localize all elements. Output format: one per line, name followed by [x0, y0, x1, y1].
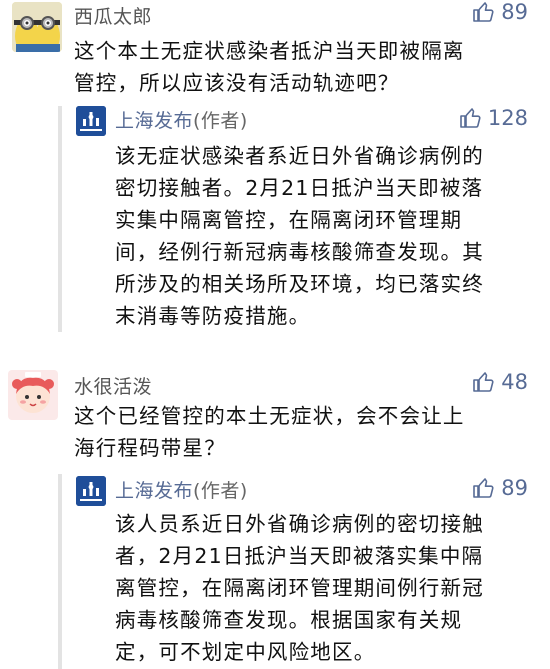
reply-text-line: 间，经例行新冠病毒核酸筛查发现。其 [115, 240, 484, 264]
like-count: 48 [501, 370, 528, 394]
reply-text-line: 该无症状感染者系近日外省确诊病例的 [115, 144, 484, 168]
thumbs-up-icon [473, 478, 494, 498]
minion-avatar-icon [12, 2, 62, 52]
cartoon-girl-avatar-icon [8, 370, 58, 420]
like-count: 89 [501, 476, 528, 500]
shanghai-skyline-icon [76, 106, 106, 136]
comment-text-line: 这个已经管控的本土无症状，会不会让上 [74, 404, 465, 428]
reply-text-line: 离管控，在隔离闭环管理期间例行新冠 [115, 576, 484, 600]
reply-author[interactable]: 上海发布(作者) [115, 476, 248, 503]
reply-author[interactable]: 上海发布(作者) [115, 106, 248, 133]
reply-text-line: 定，可不划定中风险地区。 [115, 640, 376, 664]
official-avatar[interactable] [76, 106, 106, 136]
avatar[interactable] [8, 370, 58, 420]
thumbs-up-icon [473, 372, 494, 392]
comment-text-line: 海行程码带星？ [74, 436, 226, 460]
author-tag: (作者) [193, 480, 248, 502]
reply-divider [58, 474, 62, 669]
reply-divider [58, 106, 62, 332]
thumbs-up-icon [460, 108, 481, 128]
reply-text-line: 病毒核酸筛查发现。根据国家有关规 [115, 608, 463, 632]
comment-text-line: 这个本土无症状感染者抵沪当天即被隔离 [74, 39, 465, 63]
reply-text: 该人员系近日外省确诊病例的密切接触 者，2月21日抵沪当天即被落实集中隔 离管控… [115, 508, 545, 668]
comment-username[interactable]: 水很活泼 [74, 372, 152, 399]
reply-text-line: 实集中隔离管控，在隔离闭环管理期 [115, 208, 463, 232]
reply-text: 该无症状感染者系近日外省确诊病例的 密切接触者。2月21日抵沪当天即被落 实集中… [115, 140, 545, 332]
like-button[interactable]: 48 [471, 370, 528, 394]
like-button[interactable]: 89 [471, 476, 528, 500]
thumbs-up-icon [473, 2, 494, 22]
reply-text-line: 该人员系近日外省确诊病例的密切接触 [115, 512, 484, 536]
reply-text-line: 密切接触者。2月21日抵沪当天即被落 [115, 176, 484, 200]
reply-author-name: 上海发布 [115, 110, 194, 132]
comment-username[interactable]: 西瓜太郎 [74, 2, 152, 29]
shanghai-skyline-icon [76, 476, 106, 506]
comment-text: 这个已经管控的本土无症状，会不会让上 海行程码带星？ [74, 400, 544, 464]
like-button[interactable]: 89 [471, 0, 528, 24]
reply-text-line: 者，2月21日抵沪当天即被落实集中隔 [115, 544, 484, 568]
reply-text-line: 末消毒等防疫措施。 [115, 304, 311, 328]
reply-author-name: 上海发布 [115, 480, 194, 502]
like-count: 128 [487, 106, 528, 130]
author-tag: (作者) [193, 110, 248, 132]
reply-text-line: 所涉及的相关场所及环境，均已落实终 [115, 272, 484, 296]
comment-text-line: 管控，所以应该没有活动轨迹吧？ [74, 71, 400, 95]
like-count: 89 [501, 0, 528, 24]
avatar[interactable] [12, 2, 62, 52]
comment-text: 这个本土无症状感染者抵沪当天即被隔离 管控，所以应该没有活动轨迹吧？ [74, 35, 544, 99]
like-button[interactable]: 128 [458, 106, 528, 130]
official-avatar[interactable] [76, 476, 106, 506]
